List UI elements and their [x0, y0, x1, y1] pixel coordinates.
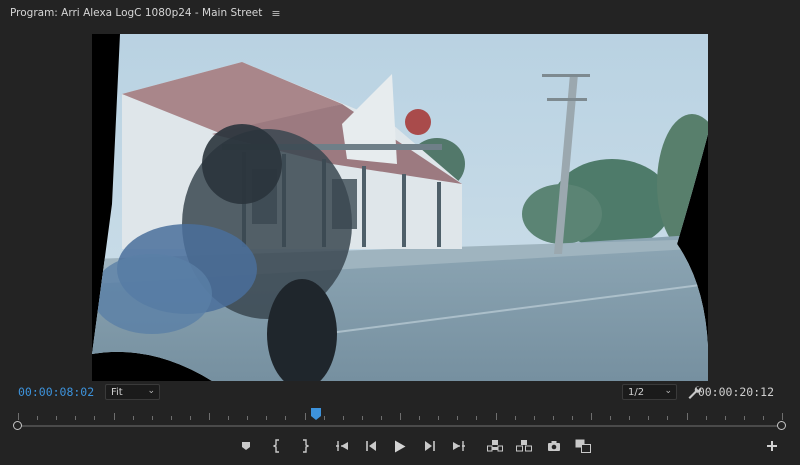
panel-title-bar: Program: Arri Alexa LogC 1080p24 - Main … [0, 0, 800, 26]
plus-icon [767, 441, 777, 451]
ruler-tick [552, 416, 554, 420]
step-forward-button[interactable] [421, 437, 439, 455]
ruler-tick [686, 413, 688, 420]
step-back-button[interactable] [362, 437, 380, 455]
ruler-tick [438, 416, 440, 420]
ruler-tick [113, 413, 115, 420]
ruler-tick [533, 416, 535, 420]
time-ruler[interactable] [14, 406, 786, 420]
zoom-scroll-bar[interactable] [18, 425, 782, 427]
ruler-tick [304, 413, 306, 420]
marker-icon [242, 442, 250, 450]
ruler-tick [323, 416, 325, 420]
step-back-icon [366, 441, 376, 451]
ruler-tick [591, 413, 592, 420]
ruler-tick [247, 416, 249, 420]
ruler-tick [571, 416, 573, 420]
ruler-tick [705, 416, 707, 420]
ruler-tick [762, 416, 764, 420]
current-timecode[interactable]: 00:00:08:02 [18, 385, 94, 399]
ruler-tick [228, 416, 230, 420]
ruler-tick [209, 413, 210, 420]
duration-timecode: 00:00:20:12 [697, 385, 774, 399]
export-frame-button[interactable] [545, 437, 563, 455]
ruler-tick [94, 416, 96, 420]
ruler-tick [132, 416, 134, 420]
mark-in-button[interactable] [268, 437, 286, 455]
mark-out-button[interactable] [296, 437, 314, 455]
monitor-info-row: 00:00:08:02 Fit ⌄ 1/2 ⌄ 00:00:20:12 [0, 383, 800, 403]
zoom-level-value: Fit [111, 386, 123, 398]
camera-icon [548, 441, 560, 451]
go-to-out-icon [453, 441, 465, 451]
ruler-tick [648, 416, 650, 420]
extract-icon [516, 440, 532, 452]
go-to-out-button[interactable] [450, 437, 468, 455]
ruler-tick [667, 416, 669, 420]
lift-icon [487, 440, 503, 452]
ruler-tick [782, 413, 783, 420]
hamburger-menu-icon[interactable]: ≡ [271, 7, 280, 20]
video-frame [92, 34, 708, 381]
ruler-tick [75, 416, 77, 420]
panel-title: Program: Arri Alexa LogC 1080p24 - Main … [10, 7, 263, 19]
button-editor-button[interactable] [763, 437, 781, 455]
playback-resolution-select[interactable]: 1/2 ⌄ [622, 384, 677, 400]
ruler-tick [266, 416, 268, 420]
ruler-tick [743, 416, 745, 420]
ruler-tick [170, 416, 172, 420]
ruler-tick [457, 416, 459, 420]
zoom-scroll-handle-right[interactable] [777, 421, 786, 430]
zoom-scroll-handle-left[interactable] [13, 421, 22, 430]
ruler-tick [400, 413, 401, 420]
chevron-down-icon: ⌄ [664, 386, 672, 396]
ruler-tick [629, 416, 631, 420]
play-icon [395, 440, 406, 452]
step-forward-icon [425, 441, 435, 451]
ruler-tick [361, 416, 363, 420]
ruler-tick [514, 416, 516, 420]
ruler-tick [56, 416, 58, 420]
extract-button[interactable] [515, 437, 533, 455]
playback-resolution-value: 1/2 [628, 386, 645, 398]
playhead-icon[interactable] [311, 408, 321, 420]
ruler-tick [724, 416, 726, 420]
add-marker-button[interactable] [237, 437, 255, 455]
ruler-tick [419, 416, 421, 420]
zoom-level-select[interactable]: Fit ⌄ [105, 384, 160, 400]
ruler-tick [18, 413, 19, 420]
ruler-tick [610, 416, 612, 420]
ruler-tick [151, 416, 153, 420]
ruler-tick [189, 416, 191, 420]
transport-controls [0, 437, 800, 457]
comparison-view-button[interactable] [574, 437, 592, 455]
go-to-in-button[interactable] [333, 437, 351, 455]
program-monitor-viewer[interactable] [92, 34, 708, 381]
play-button[interactable] [391, 437, 409, 455]
lift-button[interactable] [486, 437, 504, 455]
ruler-tick [37, 416, 39, 420]
ruler-tick [285, 416, 287, 420]
comparison-view-icon [575, 439, 591, 453]
ruler-tick [342, 416, 344, 420]
go-to-in-icon [336, 441, 348, 451]
mark-in-icon [273, 439, 279, 453]
ruler-tick [380, 416, 382, 420]
chevron-down-icon: ⌄ [147, 386, 155, 396]
ruler-tick [476, 416, 478, 420]
ruler-tick [495, 413, 497, 420]
mark-out-icon [303, 439, 309, 453]
